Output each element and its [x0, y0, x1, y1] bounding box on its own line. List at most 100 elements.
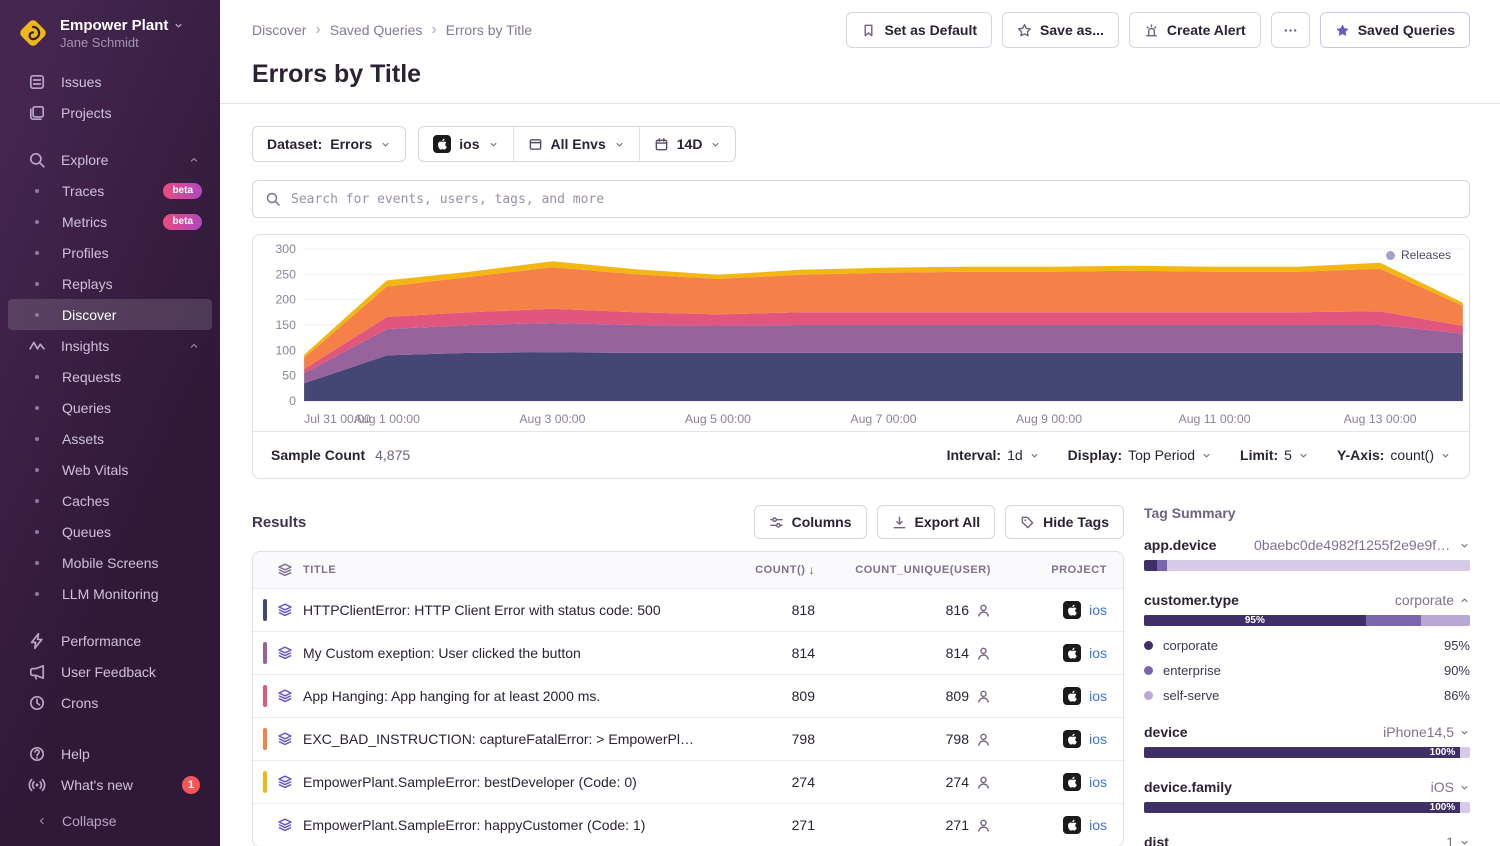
sidebar-item-whats-new[interactable]: What's new 1 — [8, 769, 212, 800]
project-column-header[interactable]: PROJECT — [1003, 564, 1123, 576]
row-project[interactable]: ios — [1003, 687, 1123, 705]
sidebar-item-help[interactable]: Help — [8, 738, 212, 769]
table-row[interactable]: EmpowerPlant.SampleError: bestDeveloper … — [253, 760, 1123, 803]
row-project[interactable]: ios — [1003, 601, 1123, 619]
sidebar-item-mobile-screens[interactable]: Mobile Screens — [8, 547, 212, 578]
breadcrumb-separator: › — [315, 22, 320, 38]
tag-value-row[interactable]: enterprise 90% — [1144, 663, 1470, 678]
table-row[interactable]: HTTPClientError: HTTP Client Error with … — [253, 588, 1123, 631]
overflow-menu-button[interactable] — [1271, 12, 1310, 48]
breadcrumb-current: Errors by Title — [446, 22, 532, 38]
table-row[interactable]: EXC_BAD_INSTRUCTION: captureFatalError: … — [253, 717, 1123, 760]
org-switcher[interactable]: Empower Plant Jane Schmidt — [0, 14, 220, 62]
sidebar-item-assets[interactable]: Assets — [8, 423, 212, 454]
row-title[interactable]: My Custom exeption: User clicked the but… — [303, 645, 713, 661]
sidebar-item-user-feedback[interactable]: User Feedback — [8, 656, 212, 687]
breadcrumb: Discover › Saved Queries › Errors by Tit… — [252, 22, 532, 38]
sidebar-item-llm-monitoring[interactable]: LLM Monitoring — [8, 578, 212, 609]
tag-toggle-customer-type[interactable]: customer.type corporate — [1144, 592, 1470, 608]
row-count: 818 — [713, 602, 823, 618]
sidebar-item-profiles[interactable]: Profiles — [8, 237, 212, 268]
tag-toggle-device-family[interactable]: device.family iOS — [1144, 779, 1470, 795]
legend-label: Releases — [1401, 248, 1451, 262]
sidebar-item-issues[interactable]: Issues — [8, 66, 212, 97]
sidebar-item-replays[interactable]: Replays — [8, 268, 212, 299]
row-count-unique: 816 — [823, 602, 1003, 618]
limit-dropdown[interactable]: Limit: 5 — [1240, 447, 1309, 463]
sidebar-section-insights[interactable]: Insights — [8, 330, 212, 361]
stacked-area-chart[interactable]: 050100150200250300Jul 31 00:00Aug 1 00:0… — [253, 235, 1469, 431]
search-bar[interactable] — [252, 180, 1470, 218]
date-range-filter[interactable]: 14D — [639, 127, 736, 161]
breadcrumb-discover[interactable]: Discover — [252, 22, 306, 38]
bookmark-icon — [861, 23, 876, 38]
chart-panel: Releases 050100150200250300Jul 31 00:00A… — [252, 234, 1470, 479]
search-input[interactable] — [291, 192, 1457, 207]
sidebar-collapse-button[interactable]: Collapse — [16, 802, 204, 840]
sidebar-item-caches[interactable]: Caches — [8, 485, 212, 516]
app-root: Empower Plant Jane Schmidt Issues Projec… — [0, 0, 1500, 846]
row-project[interactable]: ios — [1003, 816, 1123, 834]
row-project[interactable]: ios — [1003, 730, 1123, 748]
row-title[interactable]: EmpowerPlant.SampleError: bestDeveloper … — [303, 774, 713, 790]
tag-value-row[interactable]: self-serve 86% — [1144, 688, 1470, 703]
sliders-icon — [769, 515, 784, 530]
yaxis-dropdown[interactable]: Y-Axis: count() — [1337, 447, 1451, 463]
chevron-down-icon — [1029, 450, 1040, 461]
sidebar-item-web-vitals[interactable]: Web Vitals — [8, 454, 212, 485]
row-project[interactable]: ios — [1003, 773, 1123, 791]
row-title[interactable]: HTTPClientError: HTTP Client Error with … — [303, 602, 713, 618]
sidebar-item-queries[interactable]: Queries — [8, 392, 212, 423]
tag-value-row[interactable]: corporate 95% — [1144, 638, 1470, 653]
table-row[interactable]: EmpowerPlant.SampleError: happyCustomer … — [253, 803, 1123, 846]
sidebar-section-explore[interactable]: Explore — [8, 144, 212, 175]
export-all-button[interactable]: Export All — [877, 505, 996, 539]
tag-toggle-device[interactable]: device iPhone14,5 — [1144, 724, 1470, 740]
svg-text:Aug 11 00:00: Aug 11 00:00 — [1179, 412, 1251, 426]
issues-icon — [28, 73, 46, 91]
set-as-default-button[interactable]: Set as Default — [846, 12, 992, 48]
dataset-dropdown[interactable]: Dataset: Errors — [252, 126, 406, 162]
environment-filter[interactable]: All Envs — [513, 127, 639, 161]
tag-block-device-family: device.family iOS 100% — [1144, 779, 1470, 813]
title-column-header[interactable]: TITLE — [303, 564, 713, 576]
svg-text:Aug 5 00:00: Aug 5 00:00 — [685, 412, 751, 426]
create-alert-button[interactable]: Create Alert — [1129, 12, 1261, 48]
tag-toggle-app-device[interactable]: app.device 0baebc0de4982f1255f2e9e9fb7… — [1144, 537, 1470, 553]
row-project[interactable]: ios — [1003, 644, 1123, 662]
releases-legend[interactable]: Releases — [1386, 248, 1451, 262]
page-header: Discover › Saved Queries › Errors by Tit… — [220, 0, 1500, 104]
insights-icon — [28, 337, 46, 355]
row-title[interactable]: EmpowerPlant.SampleError: happyCustomer … — [303, 817, 713, 833]
count-column-header[interactable]: COUNT()↓ — [713, 563, 823, 577]
search-icon — [28, 151, 46, 169]
hide-tags-button[interactable]: Hide Tags — [1005, 505, 1124, 539]
sidebar-item-performance[interactable]: Performance — [8, 625, 212, 656]
display-dropdown[interactable]: Display: Top Period — [1068, 447, 1212, 463]
user-icon — [976, 775, 991, 790]
saved-queries-button[interactable]: Saved Queries — [1320, 12, 1470, 48]
save-as-button[interactable]: Save as... — [1002, 12, 1119, 48]
interval-dropdown[interactable]: Interval: 1d — [947, 447, 1040, 463]
chevron-down-icon — [1201, 450, 1212, 461]
svg-text:250: 250 — [275, 267, 296, 281]
sidebar-item-crons[interactable]: Crons — [8, 687, 212, 718]
table-row[interactable]: App Hanging: App hanging for at least 20… — [253, 674, 1123, 717]
row-title[interactable]: App Hanging: App hanging for at least 20… — [303, 688, 713, 704]
bullet-dot — [35, 530, 39, 534]
window-icon — [528, 137, 543, 152]
sidebar-item-traces[interactable]: Traces beta — [8, 175, 212, 206]
table-row[interactable]: My Custom exeption: User clicked the but… — [253, 631, 1123, 674]
project-filter[interactable]: ios — [419, 127, 512, 161]
columns-button[interactable]: Columns — [754, 505, 867, 539]
tag-toggle-dist[interactable]: dist 1 — [1144, 834, 1470, 846]
sidebar-item-metrics[interactable]: Metrics beta — [8, 206, 212, 237]
count-unique-column-header[interactable]: COUNT_UNIQUE(USER) — [823, 564, 1003, 576]
sidebar-item-queues[interactable]: Queues — [8, 516, 212, 547]
sidebar-item-requests[interactable]: Requests — [8, 361, 212, 392]
row-title[interactable]: EXC_BAD_INSTRUCTION: captureFatalError: … — [303, 731, 713, 747]
sidebar-item-discover[interactable]: Discover — [8, 299, 212, 330]
sidebar-item-projects[interactable]: Projects — [8, 97, 212, 128]
svg-text:0: 0 — [289, 394, 296, 408]
breadcrumb-saved-queries[interactable]: Saved Queries — [330, 22, 423, 38]
